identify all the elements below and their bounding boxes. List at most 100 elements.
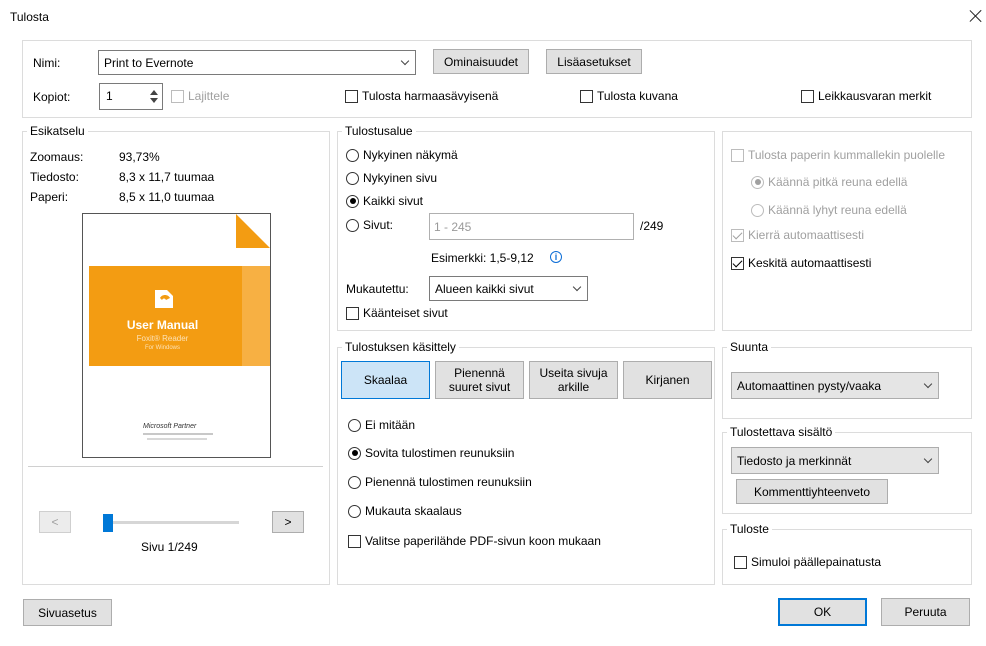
info-icon[interactable]: i bbox=[550, 251, 562, 263]
short-edge-label: Käännä lyhyt reuna edellä bbox=[768, 203, 907, 217]
both-sides-checkbox[interactable]: Tulosta paperin kummallekin puolelle bbox=[731, 148, 945, 162]
orientation-select[interactable]: Automaattinen pysty/vaaka bbox=[731, 372, 939, 399]
current-page-label: Nykyinen sivu bbox=[363, 171, 438, 185]
fit-margins-label: Sovita tulostimen reunuksiin bbox=[365, 446, 515, 460]
page-setup-button[interactable]: Sivuasetus bbox=[23, 599, 112, 626]
page-slider-thumb[interactable] bbox=[103, 514, 113, 532]
as-image-label: Tulosta kuvana bbox=[597, 89, 678, 103]
cover-title: User Manual bbox=[126, 318, 199, 332]
advanced-button[interactable]: Lisäasetukset bbox=[546, 49, 642, 74]
auto-rotate-label: Kierrä automaattisesti bbox=[748, 228, 865, 242]
content-select[interactable]: Tiedosto ja merkinnät bbox=[731, 447, 939, 474]
current-page-radio[interactable]: Nykyinen sivu bbox=[346, 171, 437, 185]
simulate-overprint-label: Simuloi päällepainatusta bbox=[751, 555, 882, 569]
checkbox-box bbox=[801, 89, 814, 103]
cover-fineprint bbox=[147, 438, 207, 440]
comment-summary-button[interactable]: Kommenttiyhteenveto bbox=[736, 479, 888, 504]
custom-scale-label: Mukauta skaalaus bbox=[365, 504, 462, 518]
chevron-down-icon bbox=[923, 454, 933, 463]
reverse-pages-label: Käänteiset sivut bbox=[363, 306, 448, 320]
paper-label: Paperi: bbox=[30, 190, 69, 204]
crop-marks-checkbox[interactable]: Leikkausvaran merkit bbox=[801, 89, 931, 103]
short-edge-radio[interactable]: Käännä lyhyt reuna edellä bbox=[751, 203, 907, 217]
pages-input[interactable]: 1 - 245 bbox=[429, 213, 634, 240]
tab-multiple-pages[interactable]: Useita sivuja arkille bbox=[529, 361, 618, 399]
crop-marks-label: Leikkausvaran merkit bbox=[818, 89, 932, 103]
scale-none-radio[interactable]: Ei mitään bbox=[348, 418, 415, 432]
radio-circle bbox=[346, 218, 359, 232]
simulate-overprint-checkbox[interactable]: Simuloi päällepainatusta bbox=[734, 555, 881, 569]
collate-checkbox[interactable]: Lajittele bbox=[171, 89, 229, 103]
grayscale-checkbox[interactable]: Tulosta harmaasävyisenä bbox=[345, 89, 498, 103]
scale-none-label: Ei mitään bbox=[365, 418, 416, 432]
current-view-radio[interactable]: Nykyinen näkymä bbox=[346, 148, 458, 162]
preview-divider bbox=[28, 466, 323, 467]
checkbox-box bbox=[345, 89, 358, 103]
all-pages-label: Kaikki sivut bbox=[363, 194, 424, 208]
increment-icon[interactable] bbox=[150, 90, 158, 95]
prev-page-button[interactable]: < bbox=[39, 511, 71, 533]
page-indicator: Sivu 1/249 bbox=[141, 540, 198, 554]
shrink-margins-radio[interactable]: Pienennä tulostimen reunuksiin bbox=[348, 475, 532, 489]
properties-button[interactable]: Ominaisuudet bbox=[433, 49, 529, 74]
ok-button[interactable]: OK bbox=[778, 598, 867, 626]
pages-radio[interactable]: Sivut: bbox=[346, 218, 393, 232]
radio-circle bbox=[348, 475, 361, 489]
radio-circle bbox=[348, 418, 361, 432]
checkbox-box bbox=[731, 228, 744, 242]
copies-label: Kopiot: bbox=[33, 90, 71, 104]
preview-legend: Esikatselu bbox=[27, 124, 88, 138]
auto-center-checkbox[interactable]: Keskitä automaattisesti bbox=[731, 256, 871, 270]
close-icon[interactable] bbox=[968, 8, 984, 24]
tab-scale[interactable]: Skaalaa bbox=[341, 361, 430, 399]
checkbox-box bbox=[171, 89, 184, 103]
chevron-down-icon bbox=[923, 379, 933, 388]
pages-total: /249 bbox=[640, 219, 664, 233]
page-preview: User Manual Foxit® Reader For Windows Mi… bbox=[82, 213, 271, 458]
checkbox-box bbox=[348, 534, 361, 548]
all-pages-radio[interactable]: Kaikki sivut bbox=[346, 194, 423, 208]
cover-banner: User Manual Foxit® Reader For Windows bbox=[89, 266, 270, 366]
dialog-title: Tulosta bbox=[10, 10, 49, 24]
page-slider[interactable] bbox=[104, 521, 239, 524]
decrement-icon[interactable] bbox=[150, 98, 158, 103]
radio-circle bbox=[348, 504, 361, 518]
long-edge-radio[interactable]: Käännä pitkä reuna edellä bbox=[751, 175, 907, 189]
checkbox-box bbox=[346, 306, 359, 320]
paper-source-label: Valitse paperilähde PDF-sivun koon mukaa… bbox=[365, 534, 601, 548]
output-legend: Tuloste bbox=[727, 522, 772, 536]
printer-select[interactable]: Print to Evernote bbox=[98, 50, 416, 75]
paper-source-checkbox[interactable]: Valitse paperilähde PDF-sivun koon mukaa… bbox=[348, 534, 601, 548]
pages-example: Esimerkki: 1,5-9,12 bbox=[431, 251, 534, 265]
both-sides-label: Tulosta paperin kummallekin puolelle bbox=[748, 148, 945, 162]
custom-range-select[interactable]: Alueen kaikki sivut bbox=[429, 276, 588, 301]
pages-label: Sivut: bbox=[363, 218, 394, 232]
tab-shrink-large[interactable]: Pienennä suuret sivut bbox=[435, 361, 524, 399]
pages-input-value: 1 - 245 bbox=[434, 219, 472, 234]
checkbox-box bbox=[580, 89, 593, 103]
cover-product: Foxit® Reader bbox=[136, 334, 189, 343]
radio-circle bbox=[346, 171, 359, 185]
content-value: Tiedosto ja merkinnät bbox=[737, 453, 852, 468]
auto-center-label: Keskitä automaattisesti bbox=[748, 256, 872, 270]
shrink-margins-label: Pienennä tulostimen reunuksiin bbox=[365, 475, 532, 489]
document-size: 8,3 x 11,7 tuumaa bbox=[119, 170, 215, 184]
custom-scale-radio[interactable]: Mukauta skaalaus bbox=[348, 504, 462, 518]
as-image-checkbox[interactable]: Tulosta kuvana bbox=[580, 89, 678, 103]
printer-name-label: Nimi: bbox=[33, 56, 61, 70]
copies-stepper[interactable]: 1 bbox=[99, 83, 163, 110]
page-corner bbox=[236, 214, 270, 248]
auto-rotate-checkbox[interactable]: Kierrä automaattisesti bbox=[731, 228, 864, 242]
tab-booklet[interactable]: Kirjanen bbox=[623, 361, 712, 399]
reverse-pages-checkbox[interactable]: Käänteiset sivut bbox=[346, 306, 448, 320]
print-range-legend: Tulostusalue bbox=[342, 124, 416, 138]
radio-circle bbox=[751, 175, 764, 189]
grayscale-label: Tulosta harmaasävyisenä bbox=[362, 89, 499, 103]
cover-fineprint bbox=[143, 433, 213, 435]
radio-circle bbox=[346, 194, 359, 208]
next-page-button[interactable]: > bbox=[272, 511, 304, 533]
cancel-button[interactable]: Peruuta bbox=[881, 598, 970, 626]
fit-margins-radio[interactable]: Sovita tulostimen reunuksiin bbox=[348, 446, 514, 460]
checkbox-box bbox=[734, 555, 747, 569]
current-view-label: Nykyinen näkymä bbox=[363, 148, 458, 162]
